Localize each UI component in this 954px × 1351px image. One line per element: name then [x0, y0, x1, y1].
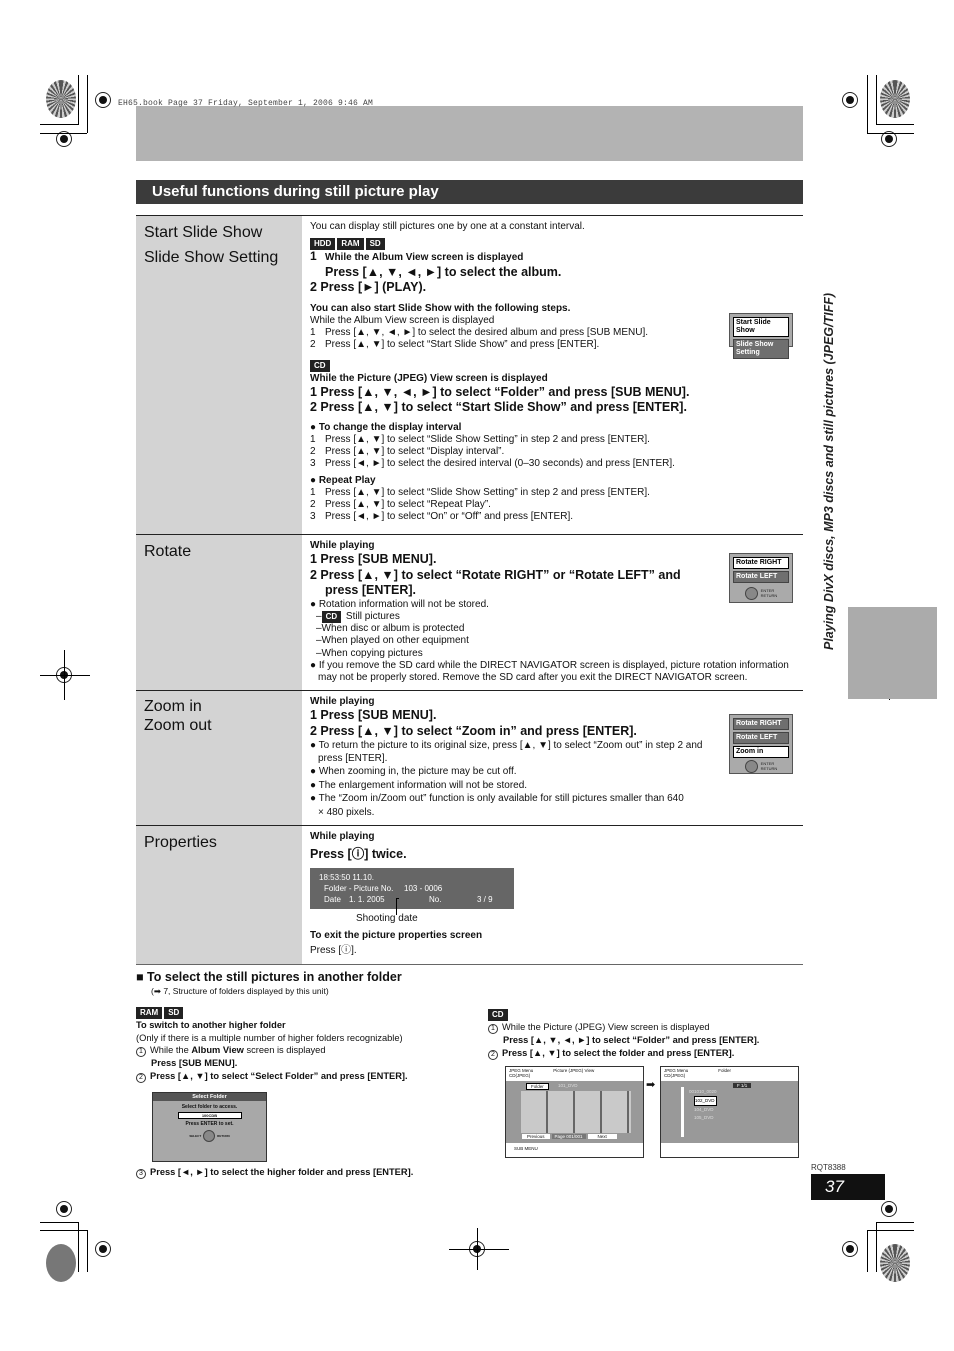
badge-sd: SD: [365, 238, 385, 251]
step-condition: While the Album View screen is displayed: [325, 252, 524, 264]
page-number: 37: [811, 1174, 885, 1200]
side-chapter-label: Playing DivX discs, MP3 discs and still …: [822, 292, 836, 650]
rotate-step-1: 1 Press [SUB MENU].: [310, 552, 437, 567]
zoom-step-2: 2 Press [▲, ▼] to select “Zoom in” and p…: [310, 723, 637, 738]
list-item: 2 Press [▲, ▼] to select the folder and p…: [488, 1047, 808, 1060]
list-item: 2 Press [▲, ▼] to select “Select Folder” …: [136, 1070, 476, 1084]
registration-gear-icon: [46, 1244, 76, 1282]
crosshair-icon: [842, 92, 858, 108]
prop-time: 18:53:50 11.10.: [319, 873, 375, 883]
another-folder-title: To select the still pictures in another …: [147, 970, 402, 984]
row-rotate: Rotate While playing 1 Press [SUB MENU].…: [136, 533, 803, 691]
rotate-menu-screen: Rotate RIGHT Rotate LEFT ENTER RETURN: [729, 553, 793, 603]
book-info-line: EH65.book Page 37 Friday, September 1, 2…: [118, 99, 374, 108]
note: ● The enlargement information will not b…: [310, 779, 528, 791]
list-item: 3 Press [◄, ►] to select the desired inte…: [310, 458, 675, 470]
callout-label: Shooting date: [356, 913, 418, 925]
zoom-menu-screen: Rotate RIGHT Rotate LEFT Zoom in ENTER RE…: [729, 714, 793, 775]
side-tab: [848, 607, 937, 699]
badge-cd: CD: [321, 610, 342, 623]
note: ● Rotation information will not be store…: [310, 598, 489, 610]
heading-slide-show-setting: Slide Show Setting: [144, 249, 279, 266]
remote-dial-icon: [744, 759, 758, 773]
list-item: 3 Press [◄, ►] to select the higher folde…: [136, 1166, 476, 1179]
interval-title: To change the display interval: [318, 421, 462, 433]
functions-table: Start Slide Show Slide Show Setting You …: [136, 215, 803, 965]
cd-step-2: 2 Press [▲, ▼] to select “Start Slide Sh…: [310, 400, 687, 415]
properties-display: 18:53:50 11.10. Folder - Picture No. 103 …: [310, 868, 514, 916]
heading-properties: Properties: [144, 834, 217, 852]
note: ● To return the picture to its original …: [310, 740, 703, 765]
badge-cd: CD: [310, 360, 330, 373]
heading-zoom-out: Zoom out: [144, 717, 212, 735]
menu-item-zoom-in: Zoom in: [733, 746, 789, 759]
registration-gear-icon: [880, 80, 910, 118]
menu-item-rotate-right: Rotate RIGHT: [733, 718, 789, 731]
arrow-right-icon: ➡: [646, 1079, 656, 1091]
menu-item-rotate-left: Rotate LEFT: [733, 571, 789, 583]
list-item: 1 Press [▲, ▼, ◄, ►] to select the desire…: [310, 327, 649, 339]
list-item: 3 Press [◄, ►] to select “On” or “Off” an…: [310, 511, 574, 523]
crosshair-icon: [842, 1241, 858, 1257]
badge-hdd: HDD: [310, 238, 336, 251]
list-item: 1 While the Picture (JPEG) View screen is…: [488, 1021, 808, 1034]
registration-gear-icon: [46, 80, 76, 118]
note: ● If you remove the SD card while the DI…: [310, 659, 789, 683]
select-folder-screen: Select Folder Select folder to access. 1…: [152, 1092, 267, 1162]
list-item: 1 Press [▲, ▼] to select “Slide Show Sett…: [310, 434, 650, 446]
list-item: 1 Press [▲, ▼] to select “Slide Show Sett…: [310, 486, 650, 498]
crosshair-icon: [56, 1201, 72, 1217]
row-heading: Start Slide Show Slide Show Setting: [136, 215, 302, 535]
remote-dial-icon: [203, 1130, 216, 1142]
also-title: You can also start Slide Show with the f…: [310, 302, 571, 314]
list-item: 2 Press [▲, ▼] to select “Repeat Play”.: [310, 499, 491, 511]
menu-item-start-slide-show: Start Slide Show: [733, 317, 789, 337]
square-bullet-icon: ■: [136, 970, 144, 984]
crosshair-icon: [95, 1241, 111, 1257]
cd-step-1: 1 Press [▲, ▼, ◄, ►] to select “Folder” …: [310, 384, 690, 399]
badge-sd: SD: [164, 1006, 184, 1019]
registration-gear-icon: [880, 1244, 910, 1282]
step-1: Press [▲, ▼, ◄, ►] to select the album.: [325, 264, 562, 279]
rotate-step-2: 2 Press [▲, ▼] to select “Rotate RIGHT” …: [310, 567, 681, 582]
crosshair-icon: [881, 1201, 897, 1217]
remote-dial-icon: [744, 586, 758, 600]
crosshair-icon: [95, 92, 111, 108]
callout-line: [396, 898, 399, 916]
section-title: Useful functions during still picture pl…: [136, 180, 803, 204]
slideshow-menu-screen: Start Slide Show Slide Show Setting: [729, 313, 793, 359]
heading-rotate: Rotate: [144, 543, 192, 560]
intro-text: You can display still pictures one by on…: [310, 221, 585, 232]
repeat-title: Repeat Play: [318, 474, 376, 486]
badge-ram: RAM: [337, 238, 364, 251]
properties-step: Press [ⓘ] twice.: [310, 846, 407, 861]
note: ● When zooming in, the picture may be cu…: [310, 766, 517, 778]
row-slide-show: Start Slide Show Slide Show Setting You …: [136, 215, 803, 535]
list-item: 2 Press [▲, ▼] to select “Display interva…: [310, 446, 505, 458]
folder-screen: JPEG Menu CD(JPEG) Folder F 1/1 001010_002…: [660, 1066, 799, 1158]
heading-start-slide-show: Start Slide Show: [144, 224, 263, 241]
step-2: 2 Press [►] (PLAY).: [310, 280, 427, 295]
list-item: 2 Press [▲, ▼] to select “Start Slide Sho…: [310, 339, 600, 351]
menu-item-slide-show-setting: Slide Show Setting: [733, 339, 789, 359]
badge-ram: RAM: [136, 1006, 163, 1019]
reference-link[interactable]: (➡ 7, Structure of folders displayed by …: [136, 985, 476, 998]
zoom-step-1: 1 Press [SUB MENU].: [310, 708, 437, 723]
badge-cd: CD: [488, 1009, 508, 1021]
media-badges: HDD RAM SD: [310, 238, 795, 251]
row-properties: Properties While playing Press [ⓘ] twice…: [136, 825, 803, 965]
row-zoom: Zoom in Zoom out While playing 1 Press […: [136, 690, 803, 826]
note: ● The “Zoom in/Zoom out” function is onl…: [310, 793, 684, 818]
list-item: 1 While the Album View screen is displaye…: [136, 1044, 476, 1058]
heading-zoom-in: Zoom in: [144, 698, 202, 716]
menu-item-rotate-left: Rotate LEFT: [733, 732, 789, 745]
document-code: RQT8388: [811, 1163, 846, 1172]
menu-item-rotate-right: Rotate RIGHT: [733, 557, 789, 569]
header-band: [136, 106, 803, 161]
picture-view-screen: JPEG Menu CD(JPEG) Picture (JPEG) View Fol…: [505, 1066, 644, 1158]
